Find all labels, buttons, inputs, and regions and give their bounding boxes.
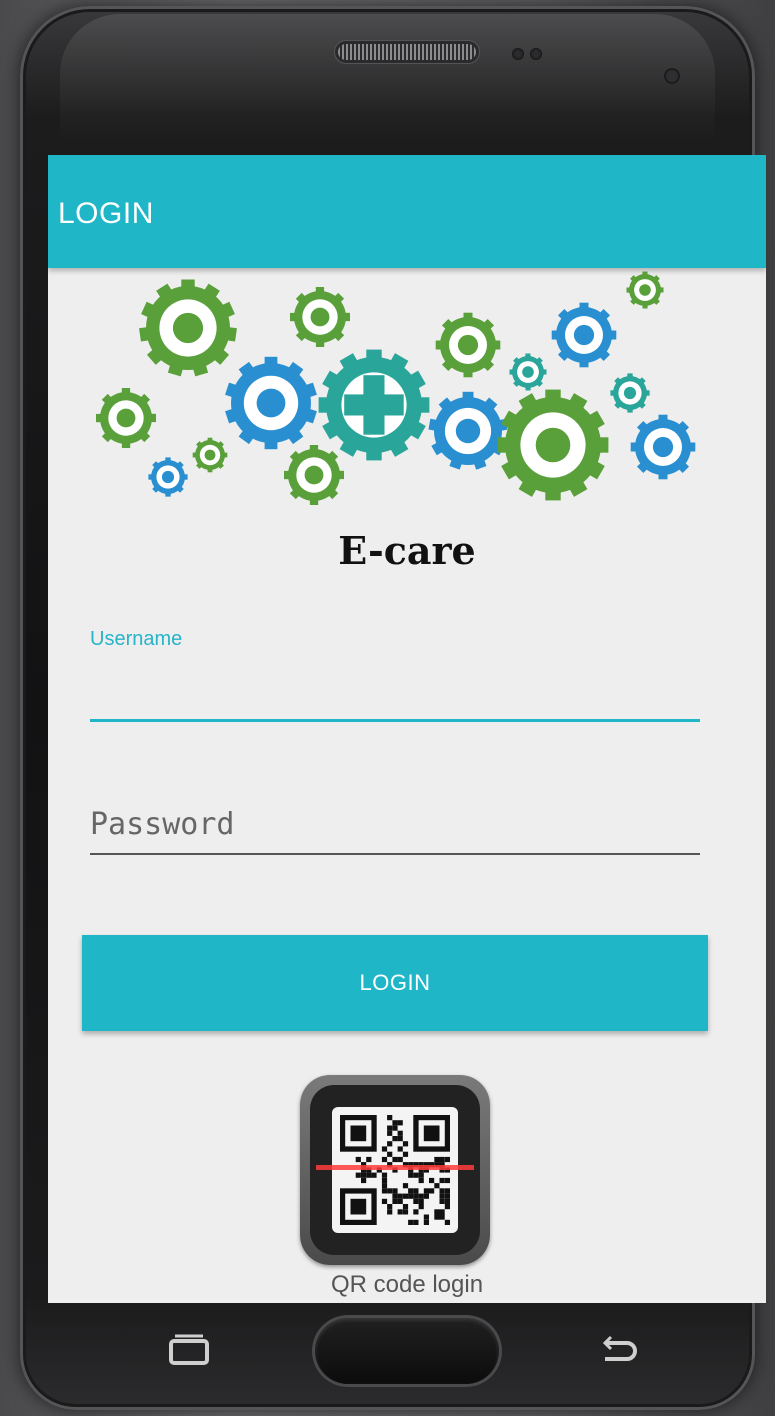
qr-icon-frame (310, 1085, 480, 1255)
thermometer-icon (497, 389, 609, 501)
bandage-icon (148, 457, 188, 497)
username-input[interactable] (90, 660, 700, 710)
ambulance-icon (630, 414, 696, 480)
app-bar: LOGIN (48, 155, 766, 268)
username-label: Username (90, 628, 183, 650)
app-name: E-care (338, 528, 476, 573)
medical-cross-icon (318, 349, 430, 461)
test-tube-icon (284, 445, 344, 505)
recent-apps-icon[interactable] (163, 1331, 215, 1371)
qr-code-login-label: QR code login (330, 1271, 484, 1298)
back-icon[interactable] (593, 1331, 645, 1371)
login-button[interactable]: LOGIN (82, 935, 708, 1031)
proximity-sensor (512, 48, 524, 60)
clipboard-icon (428, 391, 508, 470)
password-input[interactable] (90, 799, 700, 849)
pill-icon (225, 356, 317, 450)
app-bar-title: LOGIN (58, 197, 154, 230)
pharmacy-icon (626, 271, 664, 309)
medical-gears-logo (96, 271, 696, 505)
phone-gloss (60, 14, 715, 144)
home-button[interactable] (315, 1318, 499, 1384)
qr-code-icon (316, 1107, 474, 1233)
username-underline (90, 719, 700, 722)
mortar-icon (509, 353, 547, 391)
password-field[interactable] (90, 795, 700, 857)
app-screen: LOGIN E-care Username LOGIN QR code logi… (48, 155, 766, 1303)
medicine-bottle-icon (290, 287, 350, 347)
navigation-bar (48, 1303, 766, 1404)
password-underline (90, 853, 700, 855)
username-field[interactable]: Username (90, 620, 700, 725)
dna-icon (610, 373, 650, 413)
heart-monitor-icon (139, 279, 237, 377)
eye-icon (192, 437, 228, 473)
earpiece-speaker (338, 44, 476, 60)
light-sensor (530, 48, 542, 60)
front-camera (666, 70, 678, 82)
tooth-icon (96, 388, 156, 448)
qr-code-login-button[interactable] (300, 1075, 490, 1265)
blood-drop-icon (551, 302, 617, 368)
doctor-icon (435, 312, 501, 378)
